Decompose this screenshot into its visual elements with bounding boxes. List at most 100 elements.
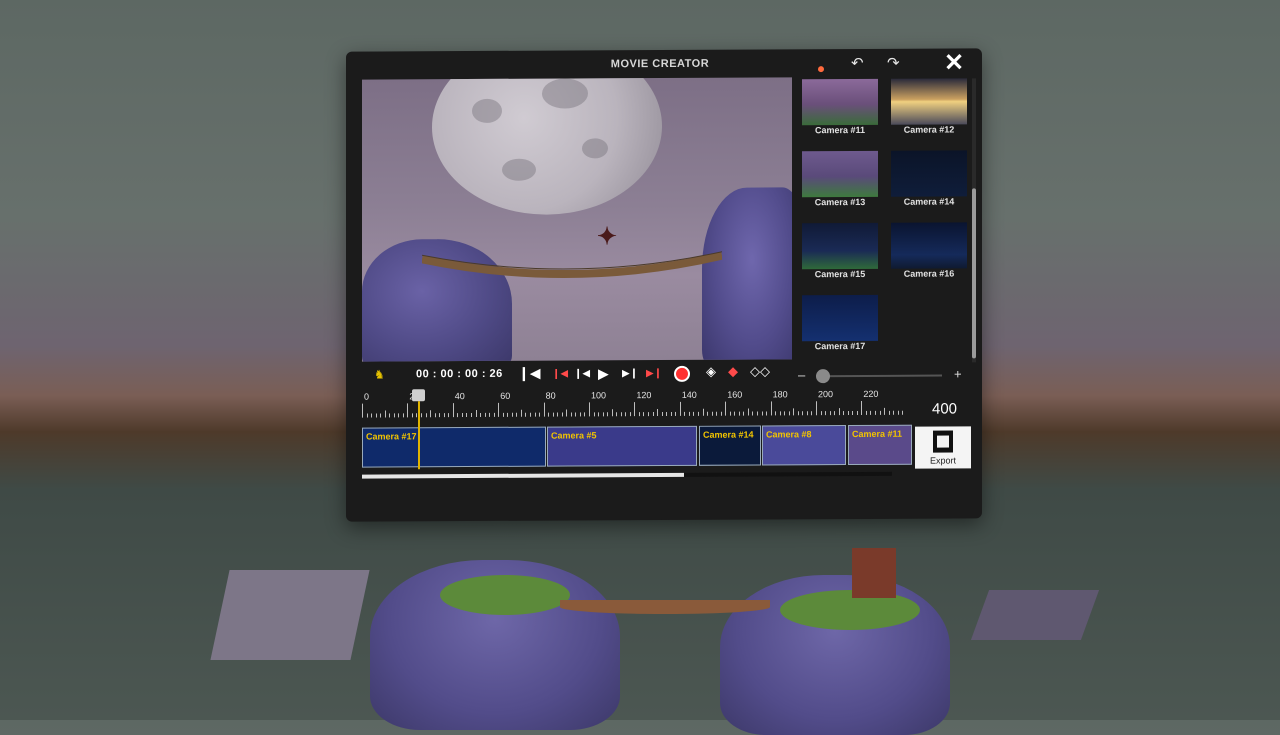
camera-list-scroll-thumb[interactable] [972,188,976,358]
zoom-slider-track[interactable] [816,375,942,378]
ruler-tick [821,411,822,415]
skip-to-start-icon[interactable]: ❙◀ [518,365,541,382]
ruler-tick [775,411,776,415]
camera-thumb-11[interactable]: Camera #11 [802,79,878,137]
ruler-tick [385,410,386,417]
playhead-handle[interactable] [412,389,425,401]
record-icon[interactable] [674,366,690,382]
ruler-tick [412,413,413,417]
ruler-label: 40 [455,391,465,401]
ruler-tick [793,408,794,415]
step-forward-icon[interactable]: ▶❙ [622,368,638,379]
ruler-tick [762,411,763,415]
ruler-tick [693,412,694,416]
clip-camera-11[interactable]: Camera #11 [848,425,912,465]
ruler-tick [752,412,753,416]
ruler-tick [725,402,726,416]
camera-thumb-13[interactable]: Camera #13 [802,151,878,209]
film-icon [933,430,953,452]
zoom-slider-knob[interactable] [816,369,830,383]
zoom-out-button[interactable]: – [798,367,805,382]
prev-keyframe-icon[interactable]: ❙◀ [552,369,568,380]
timeline-ruler[interactable]: 020406080100120140160180200220 [362,389,897,418]
ruler-tick [662,412,663,416]
ruler-tick [575,412,576,416]
clip-camera-17[interactable]: Camera #17 [362,427,546,468]
keyframe-icon[interactable]: ◆ [728,364,738,380]
ruler-tick [784,411,785,415]
timeline-scroll-thumb[interactable] [362,473,684,479]
undo-icon[interactable]: ↶ [851,54,864,72]
ruler-tick [498,403,499,417]
ruler-tick [830,411,831,415]
camera-thumb-12[interactable]: Camera #12 [891,78,967,136]
camera-preview[interactable]: ✦ [362,77,792,361]
ruler-tick [589,402,590,416]
ruler-label: 80 [546,391,556,401]
ruler-tick [612,409,613,416]
ruler-tick [371,414,372,418]
ruler-tick [480,413,481,417]
ruler-tick [503,413,504,417]
playhead-line [418,401,420,469]
ruler-tick [539,413,540,417]
play-icon[interactable]: ▶ [598,365,609,382]
ruler-tick [557,413,558,417]
step-back-icon[interactable]: ❙◀ [574,368,590,379]
ruler-tick [825,411,826,415]
ruler-label: 180 [773,389,788,399]
ruler-tick [839,408,840,415]
camera-thumb-16[interactable]: Camera #16 [891,222,967,280]
ruler-tick [512,413,513,417]
ruler-tick [621,412,622,416]
background-rock-far-left [210,570,369,660]
ruler-label: 160 [727,390,742,400]
redo-icon[interactable]: ↷ [887,54,900,72]
clip-camera-8[interactable]: Camera #8 [762,425,846,465]
ruler-tick [553,413,554,417]
camera-thumb-14[interactable]: Camera #14 [891,150,967,208]
ruler-tick [789,411,790,415]
ruler-tick [471,413,472,417]
ruler-tick [834,411,835,415]
timeline-end-frame: 400 [932,400,957,417]
zoom-in-button[interactable]: + [954,366,962,381]
ruler-tick [780,411,781,415]
export-button[interactable]: Export [915,426,971,468]
ruler-tick [861,401,862,415]
ruler-tick [902,411,903,415]
ruler-tick [766,411,767,415]
ruler-tick [476,410,477,417]
ruler-tick [562,413,563,417]
ruler-tick [884,408,885,415]
ruler-tick [544,403,545,417]
ruler-tick [857,411,858,415]
ruler-tick [707,412,708,416]
ruler-label: 0 [364,392,369,402]
clip-camera-14[interactable]: Camera #14 [699,425,761,465]
ruler-tick [689,412,690,416]
camera-thumb-15[interactable]: Camera #15 [802,223,878,281]
ruler-tick [485,413,486,417]
clip-camera-5[interactable]: Camera #5 [547,426,697,467]
background-grass-left [440,575,570,615]
ruler-tick [607,412,608,416]
ruler-tick [739,412,740,416]
ruler-tick [444,413,445,417]
ruler-label: 120 [636,390,651,400]
add-keyframe-icon[interactable]: ◈ [706,364,716,380]
close-icon[interactable]: ✕ [944,48,964,77]
background-house [852,548,896,598]
keyframe-marker-icon[interactable]: ♞ [374,367,385,381]
ruler-tick [494,413,495,417]
ruler-tick [657,409,658,416]
next-keyframe-icon[interactable]: ▶❙ [646,368,662,379]
keyframe-group-icon[interactable]: ◇◇ [750,363,770,379]
ruler-tick [811,411,812,415]
camera-thumb-17[interactable]: Camera #17 [802,295,878,353]
ruler-tick [875,411,876,415]
ruler-tick [594,412,595,416]
ruler-tick [584,412,585,416]
ruler-tick [580,412,581,416]
ruler-tick [703,409,704,416]
